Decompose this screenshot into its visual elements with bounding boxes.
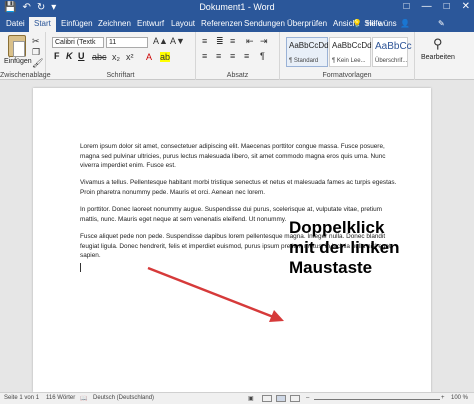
read-mode-icon[interactable] [262,395,272,402]
print-layout-icon[interactable] [276,395,286,402]
zoom-out-icon[interactable]: – [306,395,309,401]
proofing-icon[interactable]: 📖 [80,395,87,402]
language-status[interactable]: Deutsch (Deutschland) [93,395,154,401]
zoom-slider[interactable] [314,399,440,400]
annotation-line: Doppelklick [289,218,385,237]
zoom-in-icon[interactable]: + [441,395,445,401]
focus-icon[interactable]: ▣ [248,395,254,402]
zoom-level[interactable]: 100 % [451,395,468,401]
word-count[interactable]: 116 Wörter [46,395,75,401]
annotation-line: mit der linken [289,238,400,257]
status-bar: Seite 1 von 1 116 Wörter 📖 Deutsch (Deut… [0,392,474,404]
annotation-callout: Doppelklick mit der linken Maustaste [289,218,400,278]
web-layout-icon[interactable] [290,395,300,402]
annotation-line: Maustaste [289,258,373,277]
annotation-arrow [147,266,284,322]
page-count[interactable]: Seite 1 von 1 [4,395,39,401]
